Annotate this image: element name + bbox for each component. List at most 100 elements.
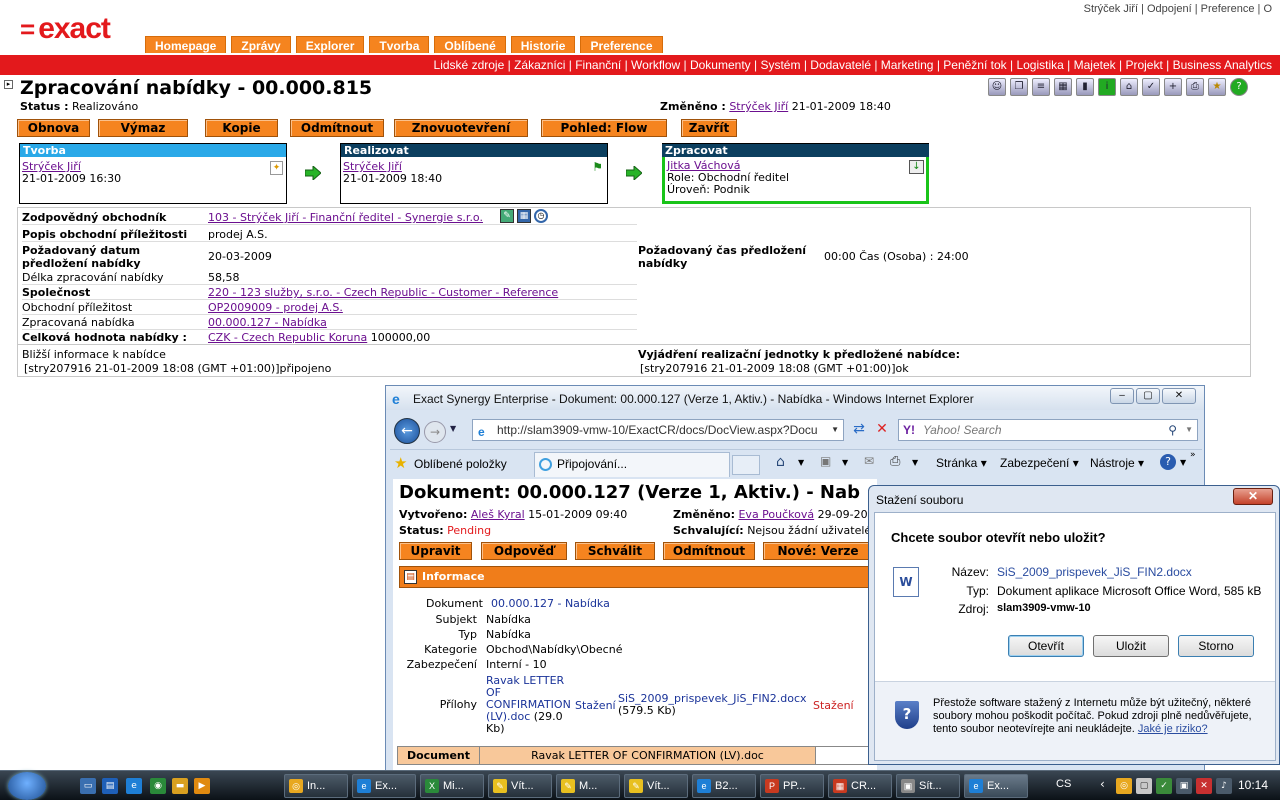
history-dropdown-icon[interactable]: ▼ xyxy=(450,424,456,433)
collapse-toggle-icon[interactable]: ▸ xyxy=(4,80,13,89)
tab-oblibene[interactable]: Oblíbené xyxy=(434,36,506,53)
help-icon[interactable]: ? xyxy=(1160,454,1176,470)
taskbar-item[interactable]: ✎ Vít... xyxy=(624,774,688,798)
maximize-icon[interactable]: ▢ xyxy=(1136,388,1160,404)
close-button[interactable]: Zavřít xyxy=(681,119,737,137)
print-dropdown-icon[interactable]: ▼ xyxy=(912,458,918,467)
calendar-icon[interactable]: ▦ xyxy=(517,209,531,223)
taskbar-item-active[interactable]: e Ex... xyxy=(964,774,1028,798)
approve-button[interactable]: Schválit xyxy=(575,542,655,560)
folder-icon[interactable]: ▬ xyxy=(172,778,188,794)
search-input[interactable]: Y! Yahoo! Search ⚲ ▼ xyxy=(898,419,1198,441)
module-link[interactable]: Workflow xyxy=(631,58,680,72)
refresh-icon[interactable]: ⇄ xyxy=(848,421,870,441)
menu-security[interactable]: Zabezpečení ▾ xyxy=(1000,456,1079,470)
print-icon[interactable]: ⎙ xyxy=(1186,78,1204,96)
minimize-icon[interactable]: – xyxy=(1110,388,1134,404)
menu-page[interactable]: Stránka ▾ xyxy=(936,456,987,470)
home-dropdown-icon[interactable]: ▼ xyxy=(798,458,804,467)
currency-link[interactable]: CZK - Czech Republic Koruna xyxy=(208,331,367,344)
tray-expand-icon[interactable]: ‹ xyxy=(1100,777,1105,791)
url-dropdown-icon[interactable]: ▼ xyxy=(831,420,839,440)
tab-preference[interactable]: Preference xyxy=(580,36,663,53)
view-flow-button[interactable]: Pohled: Flow xyxy=(541,119,667,137)
module-link[interactable]: Zákazníci xyxy=(514,58,565,72)
mail-icon[interactable]: ✉ xyxy=(864,454,874,468)
taskbar-item[interactable]: X Mi... xyxy=(420,774,484,798)
copy-button[interactable]: Kopie xyxy=(205,119,278,137)
tray-icon[interactable]: ✓ xyxy=(1156,778,1172,794)
taskbar-item[interactable]: e Ex... xyxy=(352,774,416,798)
print-icon[interactable]: ⎙ xyxy=(890,454,900,469)
tab-tvorba[interactable]: Tvorba xyxy=(369,36,430,53)
reject-button[interactable]: Odmítnout xyxy=(290,119,384,137)
checklist-icon[interactable]: ✓ xyxy=(1142,78,1160,96)
preferences-link[interactable]: Preference xyxy=(1201,3,1255,15)
forward-icon[interactable]: → xyxy=(424,421,446,443)
feeds-icon[interactable]: ▣ xyxy=(820,454,831,468)
reply-button[interactable]: Odpověď xyxy=(481,542,567,560)
tab-zpravy[interactable]: Zprávy xyxy=(231,36,291,53)
doc-reject-button[interactable]: Odmítnout xyxy=(663,542,755,560)
table-icon[interactable]: ▦ xyxy=(1054,78,1072,96)
reopen-button[interactable]: Znovuotevření xyxy=(394,119,528,137)
person-icon[interactable]: ☺ xyxy=(988,78,1006,96)
tray-icon[interactable]: ◎ xyxy=(1116,778,1132,794)
back-icon[interactable]: ← xyxy=(394,418,420,444)
company-link[interactable]: 220 - 123 služby, s.r.o. - Czech Republi… xyxy=(208,286,558,299)
created-user-link[interactable]: Aleš Kyral xyxy=(471,508,525,521)
module-link[interactable]: Projekt xyxy=(1125,58,1162,72)
user-link[interactable]: Strýček Jiří xyxy=(1084,3,1138,15)
module-link[interactable]: Lidské zdroje xyxy=(434,58,505,72)
network-icon[interactable]: ▣ xyxy=(1176,778,1192,794)
taskbar-item[interactable]: P PP... xyxy=(760,774,824,798)
ie-changed-user-link[interactable]: Eva Poučková xyxy=(738,508,814,521)
module-link[interactable]: Marketing xyxy=(881,58,934,72)
attachment-1-download[interactable]: Stažení xyxy=(575,699,616,712)
list-icon[interactable]: ≡ xyxy=(1032,78,1050,96)
module-link[interactable]: Systém xyxy=(760,58,800,72)
edit-icon[interactable]: ✎ xyxy=(500,209,514,223)
show-desktop-icon[interactable]: ▭ xyxy=(80,778,96,794)
help-icon[interactable]: ? xyxy=(1230,78,1248,96)
about-link[interactable]: O xyxy=(1263,3,1272,15)
more-icon[interactable]: » xyxy=(1190,450,1196,460)
feeds-dropdown-icon[interactable]: ▼ xyxy=(842,458,848,467)
taskbar-item[interactable]: ✎ Vít... xyxy=(488,774,552,798)
url-field[interactable]: e http://slam3909-vmw-10/ExactCR/docs/Do… xyxy=(472,419,844,441)
taskbar-item[interactable]: e B2... xyxy=(692,774,756,798)
language-indicator[interactable]: CS xyxy=(1056,778,1071,790)
module-link[interactable]: Peněžní tok xyxy=(943,58,1006,72)
tab-explorer[interactable]: Explorer xyxy=(295,36,365,53)
module-link[interactable]: Dodavatelé xyxy=(810,58,871,72)
book-icon[interactable]: ▮ xyxy=(1076,78,1094,96)
clock-icon[interactable]: ◷ xyxy=(534,209,548,223)
browser-tab[interactable]: Připojování... xyxy=(534,452,730,477)
tab-homepage[interactable]: Homepage xyxy=(145,36,227,53)
new-version-button[interactable]: Nové: Verze xyxy=(763,542,873,560)
opportunity-link[interactable]: OP2009009 - prodej A.S. xyxy=(208,301,343,314)
copy-icon[interactable]: ❐ xyxy=(1010,78,1028,96)
clock[interactable]: 10:14 xyxy=(1238,778,1268,792)
risk-link[interactable]: Jaké je riziko? xyxy=(1138,723,1208,735)
taskbar-item[interactable]: ▣ Sít... xyxy=(896,774,960,798)
module-link[interactable]: Logistika xyxy=(1016,58,1063,72)
add-icon[interactable]: + xyxy=(1164,78,1182,96)
bin-icon[interactable]: ⌂ xyxy=(1120,78,1138,96)
module-link[interactable]: Dokumenty xyxy=(690,58,751,72)
processed-offer-link[interactable]: 00.000.127 - Nabídka xyxy=(208,316,327,329)
dialog-close-icon[interactable]: ✕ xyxy=(1233,488,1273,505)
search-dropdown-icon[interactable]: ▼ xyxy=(1185,420,1193,440)
start-button[interactable] xyxy=(8,772,46,800)
ie-quicklaunch-icon[interactable]: e xyxy=(126,778,142,794)
player-icon[interactable]: ▶ xyxy=(194,778,210,794)
logout-link[interactable]: Odpojení xyxy=(1147,3,1192,15)
taskbar-item[interactable]: ✎ M... xyxy=(556,774,620,798)
search-icon[interactable]: ⚲ xyxy=(1168,420,1177,440)
open-button[interactable]: Otevřít xyxy=(1008,635,1084,657)
responsible-link[interactable]: 103 - Strýček Jiří - Finanční ředitel - … xyxy=(208,211,483,224)
new-tab-button[interactable] xyxy=(732,455,760,475)
changed-user-link[interactable]: Strýček Jiří xyxy=(729,100,788,113)
info-icon[interactable]: i xyxy=(1098,78,1116,96)
close-icon[interactable]: ✕ xyxy=(1162,388,1196,404)
